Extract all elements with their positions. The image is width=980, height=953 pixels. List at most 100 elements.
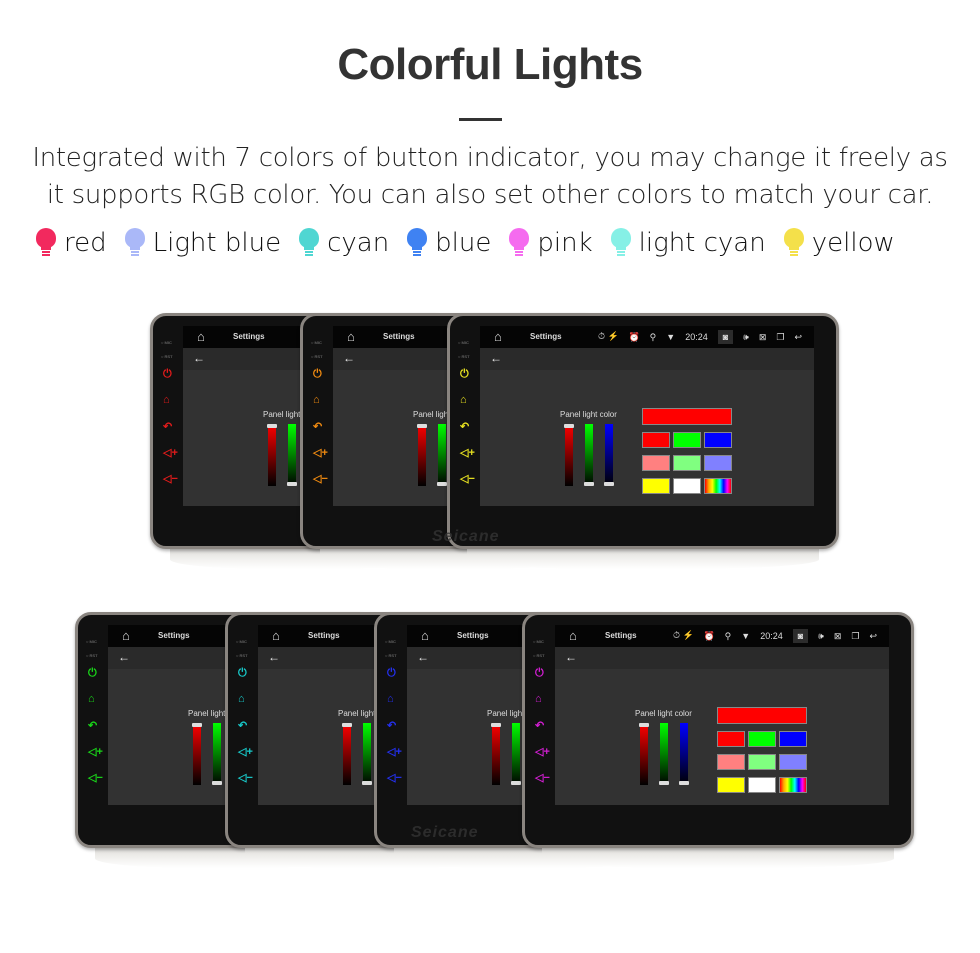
rst-button[interactable]: ○ RST bbox=[161, 354, 173, 359]
back-icon[interactable]: ↶ bbox=[313, 420, 322, 433]
recent-apps-icon[interactable]: ❐ bbox=[851, 631, 859, 642]
color-swatch[interactable] bbox=[642, 455, 670, 471]
slider-handle[interactable] bbox=[267, 424, 277, 428]
rst-button[interactable]: ○ RST bbox=[236, 653, 248, 658]
home-icon[interactable]: ⌂ bbox=[197, 329, 205, 344]
blue-slider[interactable] bbox=[604, 424, 614, 486]
volume-up-icon[interactable]: ◁+ bbox=[460, 446, 475, 459]
slider-handle[interactable] bbox=[417, 424, 427, 428]
back-icon[interactable]: ↶ bbox=[535, 719, 544, 732]
home-icon[interactable]: ⌂ bbox=[494, 329, 502, 344]
green-slider[interactable] bbox=[212, 723, 222, 785]
rst-button[interactable]: ○ RST bbox=[458, 354, 470, 359]
home-icon[interactable]: ⌂ bbox=[163, 394, 170, 406]
home-icon[interactable]: ⌂ bbox=[122, 628, 130, 643]
volume-down-icon[interactable]: ◁− bbox=[163, 472, 178, 485]
volume-up-icon[interactable]: ◁+ bbox=[238, 745, 253, 758]
color-swatch[interactable] bbox=[779, 754, 807, 770]
slider-handle[interactable] bbox=[212, 781, 222, 785]
red-slider[interactable] bbox=[417, 424, 427, 486]
volume-up-icon[interactable]: ◁+ bbox=[163, 446, 178, 459]
rst-button[interactable]: ○ RST bbox=[311, 354, 323, 359]
home-icon[interactable]: ⌂ bbox=[569, 628, 577, 643]
green-slider[interactable] bbox=[287, 424, 297, 486]
back-icon[interactable]: ↩ bbox=[794, 332, 802, 343]
camera-icon[interactable]: ◙ bbox=[792, 629, 809, 643]
color-swatch[interactable] bbox=[748, 777, 776, 793]
back-arrow-icon[interactable]: ← bbox=[417, 650, 429, 664]
power-icon[interactable]: ⏻ bbox=[313, 368, 322, 381]
slider-handle[interactable] bbox=[639, 723, 649, 727]
color-swatch[interactable] bbox=[673, 432, 701, 448]
volume-icon[interactable]: 🕪 bbox=[818, 631, 824, 642]
green-slider[interactable] bbox=[437, 424, 447, 486]
power-icon[interactable]: ⏻ bbox=[238, 667, 247, 680]
color-swatch[interactable] bbox=[779, 777, 807, 793]
home-icon[interactable]: ⌂ bbox=[88, 693, 95, 705]
red-slider[interactable] bbox=[491, 723, 501, 785]
slider-handle[interactable] bbox=[679, 781, 689, 785]
slider-handle[interactable] bbox=[564, 424, 574, 428]
volume-down-icon[interactable]: ◁− bbox=[313, 472, 328, 485]
slider-handle[interactable] bbox=[604, 482, 614, 486]
color-swatch[interactable] bbox=[717, 777, 745, 793]
volume-icon[interactable]: 🕪 bbox=[743, 332, 749, 343]
recent-apps-icon[interactable]: ❐ bbox=[776, 332, 784, 343]
green-slider[interactable] bbox=[584, 424, 594, 486]
green-slider[interactable] bbox=[659, 723, 669, 785]
color-swatch[interactable] bbox=[717, 754, 745, 770]
power-icon[interactable]: ⏻ bbox=[387, 667, 396, 680]
color-swatch[interactable] bbox=[704, 478, 732, 494]
volume-down-icon[interactable]: ◁− bbox=[387, 771, 402, 784]
volume-down-icon[interactable]: ◁− bbox=[88, 771, 103, 784]
back-icon[interactable]: ↶ bbox=[163, 420, 172, 433]
slider-handle[interactable] bbox=[287, 482, 297, 486]
back-arrow-icon[interactable]: ← bbox=[343, 351, 355, 365]
rst-button[interactable]: ○ RST bbox=[86, 653, 98, 658]
back-icon[interactable]: ↶ bbox=[88, 719, 97, 732]
color-swatch[interactable] bbox=[779, 731, 807, 747]
slider-handle[interactable] bbox=[584, 482, 594, 486]
back-icon[interactable]: ↶ bbox=[238, 719, 247, 732]
home-icon[interactable]: ⌂ bbox=[272, 628, 280, 643]
volume-up-icon[interactable]: ◁+ bbox=[535, 745, 550, 758]
color-swatch[interactable] bbox=[642, 478, 670, 494]
home-icon[interactable]: ⌂ bbox=[535, 693, 542, 705]
slider-handle[interactable] bbox=[491, 723, 501, 727]
close-app-icon[interactable]: ⊠ bbox=[834, 631, 842, 642]
close-app-icon[interactable]: ⊠ bbox=[759, 332, 767, 343]
blue-slider[interactable] bbox=[679, 723, 689, 785]
power-icon[interactable]: ⏻ bbox=[88, 667, 97, 680]
color-swatch[interactable] bbox=[717, 731, 745, 747]
rst-button[interactable]: ○ RST bbox=[533, 653, 545, 658]
red-slider[interactable] bbox=[192, 723, 202, 785]
home-icon[interactable]: ⌂ bbox=[347, 329, 355, 344]
back-arrow-icon[interactable]: ← bbox=[565, 650, 577, 664]
rst-button[interactable]: ○ RST bbox=[385, 653, 397, 658]
slider-handle[interactable] bbox=[362, 781, 372, 785]
volume-up-icon[interactable]: ◁+ bbox=[313, 446, 328, 459]
slider-handle[interactable] bbox=[342, 723, 352, 727]
power-icon[interactable]: ⏻ bbox=[460, 368, 469, 381]
volume-down-icon[interactable]: ◁− bbox=[238, 771, 253, 784]
camera-icon[interactable]: ◙ bbox=[717, 330, 734, 344]
back-arrow-icon[interactable]: ← bbox=[490, 351, 502, 365]
color-swatch[interactable] bbox=[673, 455, 701, 471]
home-icon[interactable]: ⌂ bbox=[313, 394, 320, 406]
slider-handle[interactable] bbox=[437, 482, 447, 486]
red-slider[interactable] bbox=[267, 424, 277, 486]
back-arrow-icon[interactable]: ← bbox=[118, 650, 130, 664]
home-icon[interactable]: ⌂ bbox=[421, 628, 429, 643]
back-icon[interactable]: ↩ bbox=[869, 631, 877, 642]
red-slider[interactable] bbox=[342, 723, 352, 785]
red-slider[interactable] bbox=[564, 424, 574, 486]
color-swatch[interactable] bbox=[748, 731, 776, 747]
back-icon[interactable]: ↶ bbox=[387, 719, 396, 732]
volume-down-icon[interactable]: ◁− bbox=[535, 771, 550, 784]
volume-up-icon[interactable]: ◁+ bbox=[387, 745, 402, 758]
power-icon[interactable]: ⏻ bbox=[163, 368, 172, 381]
home-icon[interactable]: ⌂ bbox=[238, 693, 245, 705]
back-icon[interactable]: ↶ bbox=[460, 420, 469, 433]
slider-handle[interactable] bbox=[659, 781, 669, 785]
slider-handle[interactable] bbox=[192, 723, 202, 727]
